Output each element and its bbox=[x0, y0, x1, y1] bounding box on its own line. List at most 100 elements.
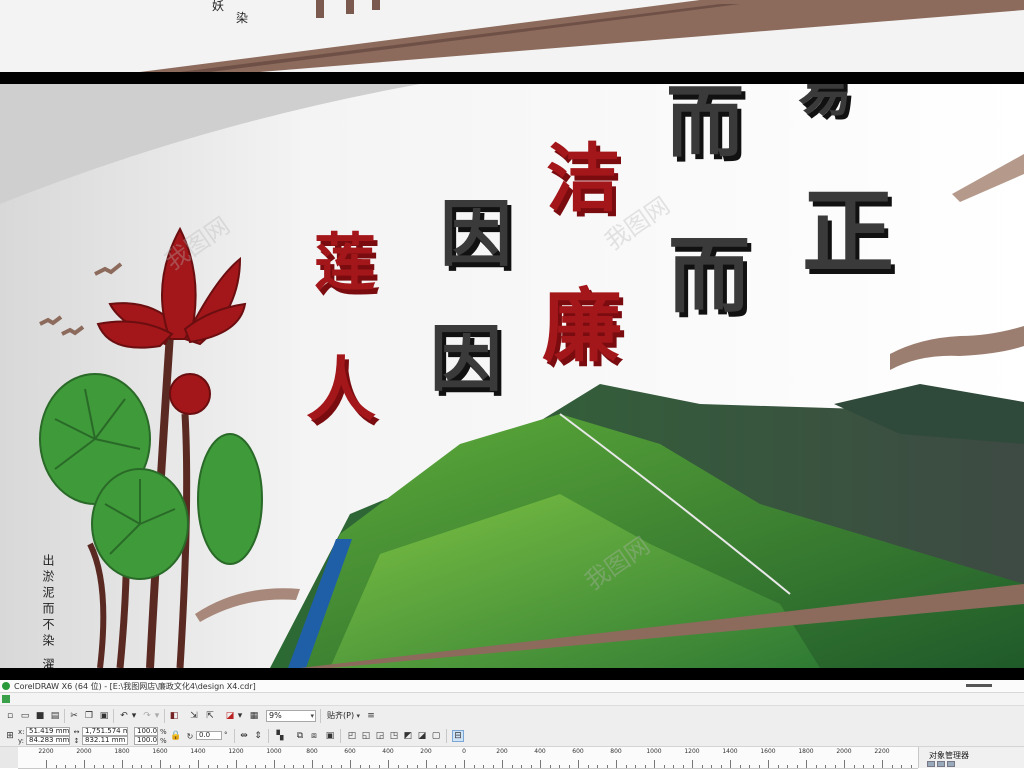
layer-icon[interactable] bbox=[927, 761, 935, 767]
ruler-tick bbox=[388, 760, 389, 768]
document-icon[interactable] bbox=[2, 695, 10, 703]
ruler-tick bbox=[502, 760, 503, 768]
x-label: x: bbox=[18, 728, 25, 736]
lotus-seedpod bbox=[169, 373, 211, 415]
ruler-tick-label: 600 bbox=[344, 748, 356, 755]
property-bar: ⊞ x: 51.419 mm y: 84.283 mm ↔ 1,751.574 … bbox=[0, 726, 1024, 747]
ruler-tick bbox=[806, 760, 807, 768]
search-content-icon[interactable]: ◧ bbox=[168, 710, 180, 722]
ruler-tick bbox=[768, 760, 769, 768]
copy-icon[interactable]: ❐ bbox=[83, 710, 95, 722]
ungroup-all-icon[interactable]: ⧈ bbox=[308, 730, 320, 742]
print-icon[interactable]: ▤ bbox=[49, 710, 61, 722]
pick-tool-icon[interactable] bbox=[0, 747, 19, 768]
y-position-field[interactable]: 84.283 mm bbox=[26, 736, 70, 745]
minimize-button[interactable] bbox=[966, 684, 992, 687]
top-panel-art: 妖 染 bbox=[0, 0, 1024, 72]
ruler-tick-label: 800 bbox=[306, 748, 318, 755]
export-icon[interactable]: ⇱ bbox=[204, 710, 216, 722]
rotate-icon: ↻ bbox=[186, 731, 194, 741]
cut-icon[interactable]: ✂ bbox=[68, 710, 80, 722]
char-yin-2: 因 bbox=[430, 316, 502, 401]
redo-dropdown-icon[interactable]: ▾ bbox=[153, 710, 161, 722]
mirror-horizontal-icon[interactable]: ⇹ bbox=[238, 730, 250, 742]
ruler-tick-label: 1800 bbox=[114, 748, 130, 755]
ruler-tick bbox=[882, 760, 883, 768]
char-lianz: 廉 bbox=[542, 279, 622, 373]
height-field[interactable]: 832.11 mm bbox=[82, 736, 128, 745]
coreldraw-window: CorelDRAW X6 (64 位) - [E:\我图网店\廉政文化4\des… bbox=[0, 680, 1024, 769]
ruler-tick-label: 400 bbox=[534, 748, 546, 755]
redo-icon[interactable]: ↷ bbox=[141, 710, 153, 722]
intersect-icon[interactable]: ◲ bbox=[374, 730, 386, 742]
ruler-tick bbox=[198, 760, 199, 768]
ruler-tick bbox=[426, 760, 427, 768]
ruler-tick-label: 1800 bbox=[798, 748, 814, 755]
ruler-tick bbox=[540, 760, 541, 768]
char-er-1: 而 bbox=[666, 84, 744, 168]
percent-label: % bbox=[160, 728, 167, 736]
preview-main-panel: 出淤泥而不染 濯清涟而不妖 莲 莲 人 人 因 因 因 因 洁 洁 廉 廉 而 … bbox=[0, 84, 1024, 668]
save-icon[interactable]: ■ bbox=[34, 710, 46, 722]
ungroup-icon[interactable]: ⧉ bbox=[294, 730, 306, 742]
undo-dropdown-icon[interactable]: ▾ bbox=[130, 710, 138, 722]
x-position-field[interactable]: 51.419 mm bbox=[26, 727, 70, 736]
ruler-tick-label: 200 bbox=[420, 748, 432, 755]
char-lian: 莲 bbox=[314, 226, 376, 299]
ruler-tick-label: 1400 bbox=[722, 748, 738, 755]
publish-pdf-icon[interactable]: ◪ bbox=[224, 710, 236, 722]
combine-icon[interactable]: ▣ bbox=[324, 730, 336, 742]
ruler-tick bbox=[350, 760, 351, 768]
options-icon[interactable]: ≡ bbox=[365, 710, 377, 722]
horizontal-ruler[interactable]: 2200 2000 1800 1600 1400 1200 1000 800 600 400 200… bbox=[18, 747, 918, 769]
chevron-down-icon: ▾ bbox=[356, 712, 360, 720]
front-minus-back-icon[interactable]: ◩ bbox=[402, 730, 414, 742]
ruler-tick-label: 1600 bbox=[760, 748, 776, 755]
ruler-tick-label: 1000 bbox=[646, 748, 662, 755]
toolbar-separator bbox=[234, 729, 235, 743]
back-minus-front-icon[interactable]: ◪ bbox=[416, 730, 428, 742]
layer-icon[interactable] bbox=[937, 761, 945, 767]
ruler-tick-label: 1400 bbox=[190, 748, 206, 755]
ruler-tick bbox=[46, 760, 47, 768]
import-icon[interactable]: ⇲ bbox=[188, 710, 200, 722]
divider-bar bbox=[0, 72, 1024, 84]
layer-icon[interactable] bbox=[947, 761, 955, 767]
ruler-tick-label: 2000 bbox=[76, 748, 92, 755]
open-icon[interactable]: ▭ bbox=[19, 710, 31, 722]
simplify-icon[interactable]: ◳ bbox=[388, 730, 400, 742]
ruler-tick bbox=[464, 760, 465, 768]
group-icon[interactable]: ▚ bbox=[274, 730, 286, 742]
toolbar-separator bbox=[268, 729, 269, 743]
scale-x-field[interactable]: 100.0 bbox=[134, 727, 158, 736]
chevron-down-icon: ▾ bbox=[310, 712, 314, 720]
width-field[interactable]: 1,751.574 mm bbox=[82, 727, 128, 736]
ruler-tick bbox=[730, 760, 731, 768]
ruler-tick bbox=[578, 760, 579, 768]
ruler-tick-label: 200 bbox=[496, 748, 508, 755]
undo-icon[interactable]: ↶ bbox=[118, 710, 130, 722]
window-title: CorelDRAW X6 (64 位) - [E:\我图网店\廉政文化4\des… bbox=[14, 682, 256, 691]
create-boundary-icon[interactable]: ▢ bbox=[430, 730, 442, 742]
ruler-tick-label: 2000 bbox=[836, 748, 852, 755]
mirror-vertical-icon[interactable]: ⇕ bbox=[252, 730, 264, 742]
standard-toolbar: ▫ ▭ ■ ▤ ✂ ❐ ▣ ↶ ▾ ↷ ▾ ◧ ⇲ ⇱ ◪ ▾ ▦ 9% ▾ 贴齐… bbox=[0, 706, 1024, 727]
ruler-tick-label: 0 bbox=[462, 748, 466, 755]
weld-icon[interactable]: ◰ bbox=[346, 730, 358, 742]
new-document-icon[interactable]: ▫ bbox=[4, 710, 16, 722]
ruler-tick bbox=[692, 760, 693, 768]
application-launcher-icon[interactable]: ▦ bbox=[248, 710, 260, 722]
align-distribute-icon[interactable]: ⊟ bbox=[452, 730, 464, 742]
zoom-level-select[interactable]: 9% ▾ bbox=[266, 710, 316, 722]
culture-wall-art: 出淤泥而不染 濯清涟而不妖 莲 莲 人 人 因 因 因 因 洁 洁 廉 廉 而 … bbox=[0, 84, 1024, 668]
rotation-field[interactable]: 0.0 bbox=[196, 731, 222, 740]
page-preset-icon[interactable]: ⊞ bbox=[4, 730, 16, 742]
scale-y-field[interactable]: 100.0 bbox=[134, 736, 158, 745]
publish-dropdown-icon[interactable]: ▾ bbox=[236, 710, 244, 722]
lock-ratio-icon[interactable]: 🔒 bbox=[170, 730, 182, 742]
side-poem: 出淤泥而不染 濯清涟而不妖 bbox=[41, 554, 55, 668]
trim-icon[interactable]: ◱ bbox=[360, 730, 372, 742]
paste-icon[interactable]: ▣ bbox=[98, 710, 110, 722]
toolbar-separator bbox=[340, 729, 341, 743]
snap-to-menu[interactable]: 贴齐(P) ▾ bbox=[324, 710, 362, 722]
